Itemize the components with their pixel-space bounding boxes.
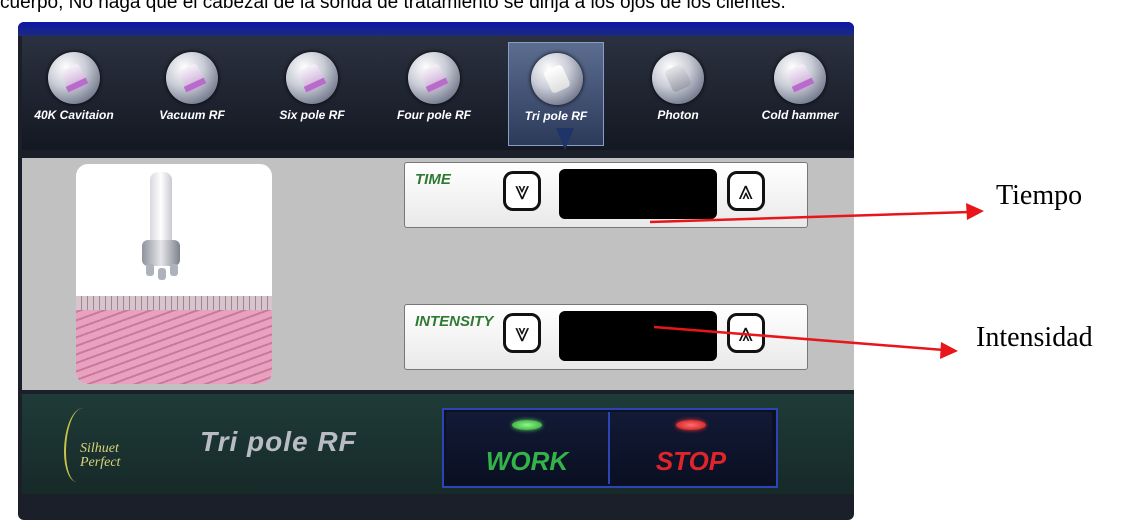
intensity-annotation-label: Intensidad	[976, 322, 1093, 353]
intensity-annotation-arrowhead	[940, 342, 958, 359]
time-annotation-label: Tiempo	[996, 180, 1083, 211]
time-annotation-arrowhead	[966, 203, 984, 220]
annotation-arrows	[649, 203, 984, 359]
time-annotation-line	[649, 210, 971, 224]
intensity-annotation-line	[653, 325, 945, 352]
